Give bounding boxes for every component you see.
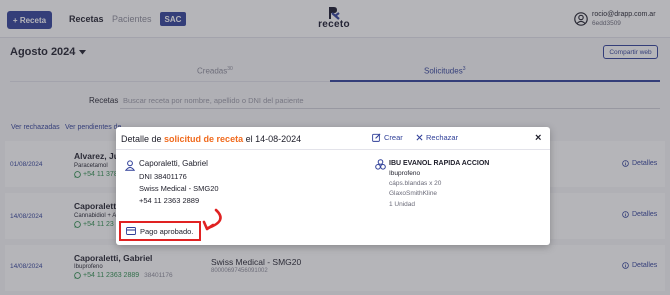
reject-label: Rechazar [426,133,459,142]
edit-icon [372,133,381,142]
user-icon [125,160,135,171]
modal-title-date: el 14-08-2024 [245,134,302,144]
credit-card-icon [126,227,136,235]
drug-laboratory: GlaxoSmithKline [389,190,438,197]
payment-status: Pago aprobado. [119,221,201,241]
modal-header: Detalle de solicitud de receta el 14-08-… [116,127,550,150]
reject-button[interactable]: Rechazar [416,133,458,142]
prescription-request-modal: Detalle de solicitud de receta el 14-08-… [116,127,550,245]
create-button[interactable]: Crear [372,133,403,142]
drug-name: IBU EVANOL RAPIDA ACCION [389,160,490,167]
drug-quantity: 1 Unidad [389,201,416,208]
pills-icon [375,159,386,170]
drug-presentation: cáps.blandas x 20 [389,180,442,187]
patient-name: Caporaletti, Gabriel [139,159,208,168]
close-modal-button[interactable]: × [535,132,541,144]
x-icon [416,134,423,141]
drug-generic: Ibuprofeno [389,170,421,177]
modal-title-prefix: Detalle de [121,134,162,144]
modal-title: Detalle de solicitud de receta el 14-08-… [121,134,301,144]
patient-coverage: Swiss Medical - SMG20 [139,184,219,193]
payment-status-text: Pago aprobado. [140,226,194,236]
modal-title-accent: solicitud de receta [164,134,244,144]
patient-dni: DNI 38401176 [139,172,187,181]
patient-phone: +54 11 2363 2889 [139,196,200,205]
create-label: Crear [384,133,403,142]
